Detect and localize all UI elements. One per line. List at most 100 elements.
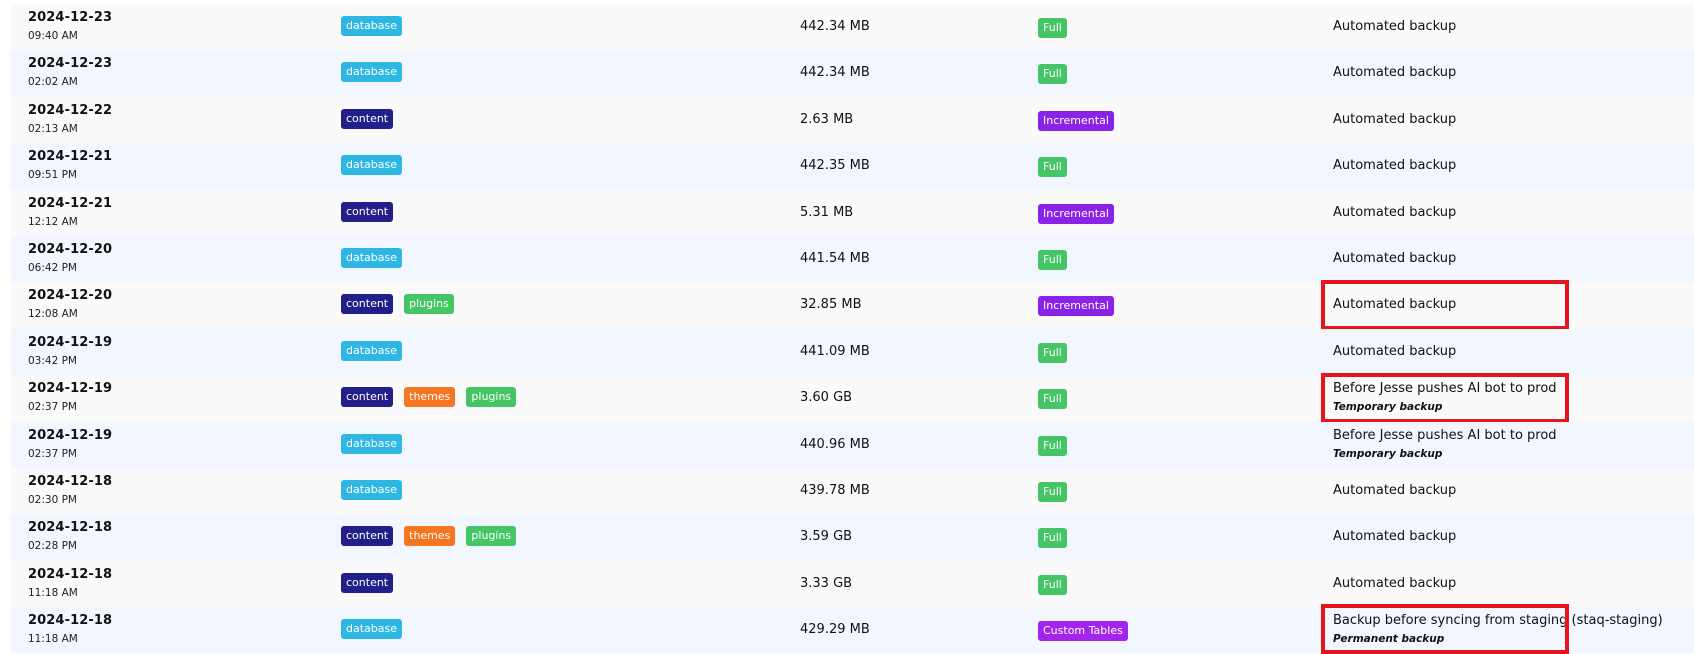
backup-date: 2024-12-18 [28,613,113,629]
backup-note: Backup before syncing from staging (staq… [1333,613,1663,629]
backup-type-badge: Full [1038,435,1067,456]
backup-retention: Permanent backup [1333,633,1445,646]
backup-row[interactable]: 2024-12-19 03:42 PM database 441.09 MB Full A… [11,328,1694,376]
component-badge: content [341,572,394,593]
backup-row[interactable]: 2024-12-23 09:40 AM database 442.34 MB Full A… [11,4,1694,51]
backup-note: Before Jesse pushes AI bot to prod [1333,427,1557,443]
backup-type-badge: Full [1038,342,1067,363]
backup-date: 2024-12-19 [28,427,113,443]
backup-date: 2024-12-19 [28,334,113,350]
component-badge: database [341,340,402,361]
backup-note: Automated backup [1333,482,1457,498]
backup-row[interactable]: 2024-12-18 02:28 PM content themes plugins 3.… [11,514,1694,561]
backup-type-badge: Full [1038,249,1067,270]
component-badge: content [341,201,394,222]
component-badge: plugins [466,526,517,547]
backup-date: 2024-12-18 [28,566,113,582]
backup-row[interactable]: 2024-12-20 12:08 AM content plugins 32.85 MB… [11,280,1694,331]
backup-note: Automated backup [1333,204,1457,220]
backup-size: 32.85 MB [800,297,862,313]
backup-size: 3.60 GB [800,390,853,406]
backup-components: database [341,433,402,454]
backup-time: 02:13 AM [28,122,78,135]
backup-time: 09:51 PM [28,169,77,182]
backup-row[interactable]: 2024-12-19 02:37 PM database 440.96 MB Full B… [11,421,1694,468]
backup-components: database [341,619,402,640]
backup-time: 11:18 AM [28,586,78,599]
backup-date: 2024-12-18 [28,473,113,489]
backup-size: 429.29 MB [800,622,870,638]
backup-note: Automated backup [1333,250,1457,266]
component-badge: content [341,387,394,408]
backup-size: 441.09 MB [800,343,870,359]
component-badge: themes [404,526,456,547]
backup-type-badge: Full [1038,574,1067,595]
backup-type: Full [1038,248,1067,270]
backup-components: content [341,201,394,222]
backup-date: 2024-12-20 [28,288,113,304]
backup-size: 442.34 MB [800,65,870,81]
backup-type: Incremental [1038,202,1114,224]
backup-size: 2.63 MB [800,111,854,127]
backup-note: Automated backup [1333,529,1457,545]
backup-type: Full [1038,480,1067,502]
component-badge: themes [404,387,456,408]
backup-size: 439.78 MB [800,482,870,498]
component-badge: database [341,433,402,454]
backup-row[interactable]: 2024-12-20 06:42 PM database 441.54 MB Full A… [11,235,1694,283]
component-badge: database [341,16,402,36]
backup-type-badge: Full [1038,18,1067,38]
backup-row[interactable]: 2024-12-21 09:51 PM database 442.35 MB Full A… [11,143,1694,190]
backup-row[interactable]: 2024-12-21 12:12 AM content 5.31 MB Incremen… [11,189,1694,236]
backup-type: Full [1038,387,1067,410]
backup-note: Automated backup [1333,111,1457,127]
component-badge: database [341,62,402,83]
backup-type-badge: Full [1038,481,1067,502]
backup-time: 02:30 PM [28,493,77,506]
backup-components: content themes plugins [341,387,517,408]
backup-type: Incremental [1038,109,1114,131]
backup-time: 12:12 AM [28,215,78,228]
backup-date: 2024-12-20 [28,241,113,257]
backup-note: Automated backup [1333,297,1457,313]
backup-date: 2024-12-22 [28,102,113,118]
backup-type: Full [1038,573,1067,595]
backup-time: 02:37 PM [28,447,77,460]
component-badge: plugins [404,294,454,315]
backup-type-badge: Full [1038,157,1067,178]
backup-time: 02:28 PM [28,540,77,553]
backup-note: Automated backup [1333,19,1457,34]
highlight-box [1321,604,1569,654]
backup-row[interactable]: 2024-12-22 02:13 AM content 2.63 MB Incremen… [11,96,1694,144]
backup-note: Automated backup [1333,343,1457,359]
backup-time: 11:18 AM [28,633,78,646]
backup-type: Full [1038,62,1067,85]
backup-row[interactable]: 2024-12-18 11:18 AM content 3.33 GB Full Auto… [11,560,1694,608]
component-badge: database [341,479,402,500]
backup-size: 440.96 MB [800,436,870,452]
backup-row[interactable]: 2024-12-18 02:30 PM database 439.78 MB Full A… [11,467,1694,515]
backup-size: 442.35 MB [800,158,870,174]
backup-components: database [341,479,402,500]
backup-components: content themes plugins [341,526,517,547]
backup-row[interactable]: 2024-12-23 02:02 AM database 442.34 MB Full A… [11,50,1694,97]
backup-type-badge: Incremental [1038,203,1114,224]
backup-type-badge: Full [1038,64,1067,85]
backup-type: Incremental [1038,294,1114,317]
backup-note: Automated backup [1333,158,1457,174]
backup-type-badge: Full [1038,528,1067,549]
backup-type: Full [1038,526,1067,549]
backup-table: 2024-12-23 09:40 AM database 442.34 MB Full A… [11,4,1694,654]
backup-row[interactable]: 2024-12-19 02:37 PM content themes plugins 3.… [11,373,1694,424]
backup-size: 3.33 GB [800,575,853,591]
backup-type-badge: Custom Tables [1038,621,1128,642]
backup-type-badge: Incremental [1038,110,1114,131]
backup-row[interactable]: 2024-12-18 11:18 AM database 429.29 MB Custo… [11,604,1694,654]
component-badge: content [341,294,394,315]
backup-time: 02:02 AM [28,76,78,89]
backup-type: Full [1038,341,1067,363]
backup-date: 2024-12-18 [28,520,113,536]
backup-note: Automated backup [1333,65,1457,81]
backup-time: 06:42 PM [28,261,77,274]
component-badge: database [341,155,402,176]
